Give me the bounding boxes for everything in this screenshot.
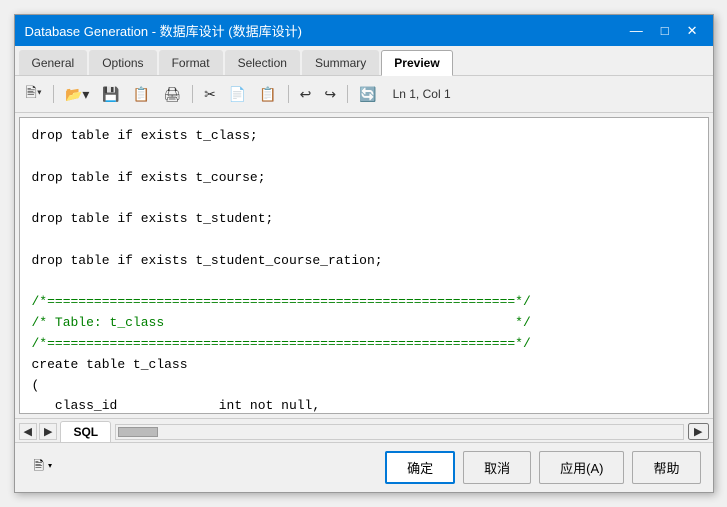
code-line: drop table if exists t_class; bbox=[32, 126, 696, 147]
help-button[interactable]: 帮助 bbox=[632, 451, 700, 484]
scroll-thumb bbox=[118, 427, 158, 437]
save-btn[interactable]: 💾 bbox=[97, 83, 124, 106]
window-title: Database Generation - 数据库设计 (数据库设计) bbox=[25, 21, 302, 40]
sep1 bbox=[53, 85, 54, 103]
editor-area: drop table if exists t_class; drop table… bbox=[19, 117, 709, 414]
footer-icon-button[interactable]: 🖹 ▾ bbox=[27, 454, 60, 482]
cancel-button[interactable]: 取消 bbox=[463, 451, 531, 484]
sep2 bbox=[192, 85, 193, 103]
cursor-status: Ln 1, Col 1 bbox=[393, 87, 451, 101]
tab-right-arrow[interactable]: ▶ bbox=[39, 423, 57, 440]
close-button[interactable]: ✕ bbox=[682, 23, 703, 39]
code-editor[interactable]: drop table if exists t_class; drop table… bbox=[20, 118, 708, 413]
tab-left-arrow[interactable]: ◀ bbox=[19, 423, 37, 440]
tab-general[interactable]: General bbox=[19, 50, 88, 75]
code-line bbox=[32, 147, 696, 168]
code-line bbox=[32, 188, 696, 209]
tab-preview[interactable]: Preview bbox=[381, 50, 452, 76]
copy-btn[interactable]: 📄 bbox=[224, 83, 251, 106]
code-comment: /* Table: t_class */ bbox=[32, 313, 696, 334]
scroll-right-btn[interactable]: ▶ bbox=[688, 423, 708, 440]
undo-btn[interactable]: ↩ bbox=[295, 83, 317, 106]
code-line: ( bbox=[32, 376, 696, 397]
code-line bbox=[32, 230, 696, 251]
tab-nav: ◀ ▶ bbox=[19, 423, 58, 440]
code-line: create table t_class bbox=[32, 355, 696, 376]
new-btn[interactable]: 🖹▾ bbox=[21, 79, 47, 109]
code-comment: /*======================================… bbox=[32, 292, 696, 313]
horizontal-scrollbar[interactable] bbox=[115, 424, 684, 440]
code-line bbox=[32, 272, 696, 293]
redo-btn[interactable]: ↪ bbox=[319, 83, 341, 106]
tab-summary[interactable]: Summary bbox=[302, 50, 379, 75]
footer-buttons: 确定 取消 应用(A) 帮助 bbox=[385, 451, 700, 484]
sep4 bbox=[347, 85, 348, 103]
main-window: Database Generation - 数据库设计 (数据库设计) — □ … bbox=[14, 14, 714, 493]
title-bar: Database Generation - 数据库设计 (数据库设计) — □ … bbox=[15, 15, 713, 46]
confirm-button[interactable]: 确定 bbox=[385, 451, 455, 484]
paste-btn[interactable]: 📋 bbox=[254, 83, 281, 106]
apply-button[interactable]: 应用(A) bbox=[539, 451, 624, 484]
tabs-bar: General Options Format Selection Summary… bbox=[15, 46, 713, 76]
minimize-button[interactable]: — bbox=[625, 23, 648, 39]
saveas-btn[interactable]: 📋 bbox=[128, 83, 155, 106]
bottom-tabs-bar: ◀ ▶ SQL ▶ bbox=[15, 418, 713, 442]
code-comment: /*======================================… bbox=[32, 334, 696, 355]
open-btn[interactable]: 📂▾ bbox=[60, 83, 94, 106]
bottom-tab-sql[interactable]: SQL bbox=[60, 421, 111, 442]
sep3 bbox=[288, 85, 289, 103]
cut-btn[interactable]: ✂ bbox=[199, 83, 221, 106]
code-line: class_id int not null, bbox=[32, 396, 696, 413]
tab-format[interactable]: Format bbox=[159, 50, 223, 75]
footer: 🖹 ▾ 确定 取消 应用(A) 帮助 bbox=[15, 442, 713, 492]
tab-options[interactable]: Options bbox=[89, 50, 156, 75]
footer-left: 🖹 ▾ bbox=[27, 454, 60, 482]
maximize-button[interactable]: □ bbox=[656, 23, 674, 39]
code-line: drop table if exists t_student; bbox=[32, 209, 696, 230]
refresh-btn[interactable]: 🔄 bbox=[354, 83, 381, 106]
code-line: drop table if exists t_student_course_ra… bbox=[32, 251, 696, 272]
print-btn[interactable]: 🖨 bbox=[158, 83, 186, 106]
tab-selection[interactable]: Selection bbox=[225, 50, 300, 75]
toolbar: 🖹▾ 📂▾ 💾 📋 🖨 ✂ 📄 📋 ↩ ↪ 🔄 Ln 1, Col 1 bbox=[15, 76, 713, 113]
code-line: drop table if exists t_course; bbox=[32, 168, 696, 189]
title-controls: — □ ✕ bbox=[625, 23, 703, 39]
